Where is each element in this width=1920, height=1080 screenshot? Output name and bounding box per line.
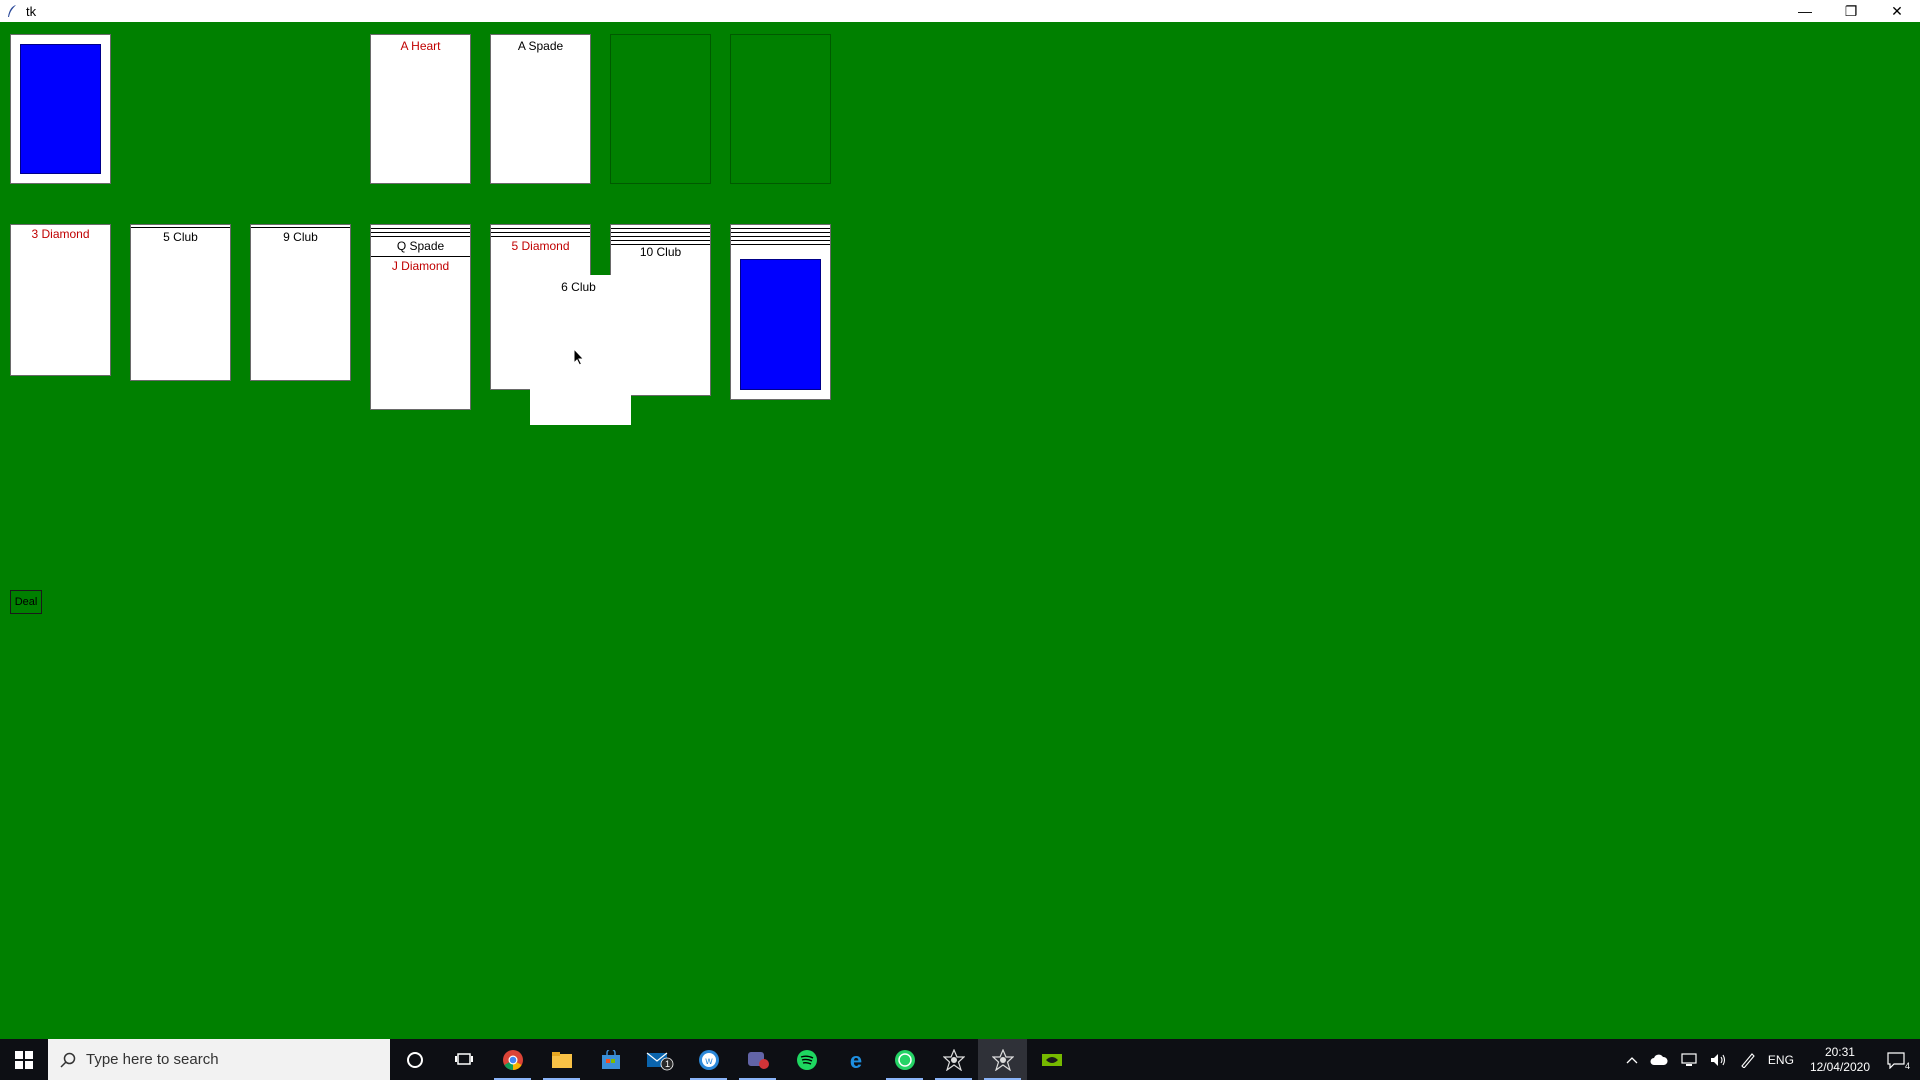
game-table: A Heart A Spade 3 Diamond 5 Club 9 Club … xyxy=(0,22,1920,1039)
foundation-spades[interactable]: A Spade xyxy=(490,34,591,184)
deal-button[interactable]: Deal xyxy=(10,590,42,614)
stack-line xyxy=(371,236,470,237)
foundation-hearts[interactable]: A Heart xyxy=(370,34,471,184)
card-label: A Heart xyxy=(400,39,441,53)
card-back xyxy=(740,259,821,390)
close-button[interactable]: ✕ xyxy=(1874,0,1920,22)
task-view-icon[interactable] xyxy=(439,1039,488,1080)
stock-pile[interactable] xyxy=(10,34,111,184)
pen-icon[interactable] xyxy=(1740,1052,1756,1068)
clock[interactable]: 20:31 12/04/2020 xyxy=(1810,1045,1870,1075)
start-button[interactable] xyxy=(0,1039,48,1080)
card-label: 3 Diamond xyxy=(31,227,90,241)
tk-app-icon[interactable] xyxy=(978,1039,1027,1080)
notification-count: 4 xyxy=(1904,1060,1910,1071)
stack-line xyxy=(371,232,470,233)
card-label: 10 Club xyxy=(639,245,682,259)
nvidia-icon[interactable] xyxy=(1027,1039,1076,1080)
stack-line xyxy=(731,232,830,233)
stack-line xyxy=(491,232,590,233)
spotify-icon[interactable] xyxy=(782,1039,831,1080)
network-icon[interactable] xyxy=(1680,1052,1698,1067)
svg-text:e: e xyxy=(849,1049,861,1071)
windows-icon xyxy=(15,1050,33,1069)
system-tray: ENG 20:31 12/04/2020 4 xyxy=(1620,1039,1920,1080)
chevron-up-icon[interactable] xyxy=(1626,1056,1638,1064)
stack-line xyxy=(731,228,830,229)
file-explorer-icon[interactable] xyxy=(537,1039,586,1080)
search-icon xyxy=(60,1052,76,1068)
stack-line xyxy=(491,228,590,229)
foundation-empty-slot[interactable] xyxy=(730,34,831,184)
cortana-icon[interactable] xyxy=(390,1039,439,1080)
clock-time: 20:31 xyxy=(1824,1044,1855,1059)
clock-date: 12/04/2020 xyxy=(1809,1059,1870,1074)
stack-line xyxy=(611,240,710,241)
store-icon[interactable] xyxy=(586,1039,635,1080)
stack-line xyxy=(611,228,710,229)
tableau-card[interactable]: 5 Club xyxy=(130,224,231,381)
foundation-empty-slot[interactable] xyxy=(610,34,711,184)
taskbar: Type here to search 1 w e ENG 20:31 12/0… xyxy=(0,1039,1920,1080)
stack-line xyxy=(611,232,710,233)
card-label: Q Spade xyxy=(396,239,445,253)
notification-center-icon[interactable]: 4 xyxy=(1886,1051,1910,1071)
restore-button[interactable]: ❐ xyxy=(1828,0,1874,22)
card-label: A Spade xyxy=(517,39,564,53)
wunderlist-icon[interactable]: w xyxy=(684,1039,733,1080)
card-label: 5 Diamond xyxy=(511,239,570,253)
language-indicator[interactable]: ENG xyxy=(1768,1053,1794,1067)
messenger-app-icon[interactable] xyxy=(733,1039,782,1080)
tableau-card[interactable]: 3 Diamond xyxy=(10,224,111,376)
edge-icon[interactable]: e xyxy=(831,1039,880,1080)
card-label: 6 Club xyxy=(561,280,596,294)
card-label: 5 Club xyxy=(163,230,198,244)
mail-icon[interactable]: 1 xyxy=(635,1039,684,1080)
tableau-stack-facedown[interactable] xyxy=(730,224,831,400)
stack-line xyxy=(131,227,230,228)
stack-line xyxy=(731,236,830,237)
feather-icon xyxy=(4,3,20,19)
window-title: tk xyxy=(26,3,37,19)
stack-line xyxy=(731,240,830,241)
search-placeholder: Type here to search xyxy=(86,1051,219,1068)
card-back xyxy=(20,44,101,174)
chrome-icon[interactable] xyxy=(488,1039,537,1080)
mail-badge: 1 xyxy=(665,1059,671,1069)
card-label: J Diamond xyxy=(391,259,450,273)
volume-icon[interactable] xyxy=(1710,1053,1728,1067)
svg-text:w: w xyxy=(704,1056,713,1067)
onedrive-icon[interactable] xyxy=(1650,1054,1668,1066)
whatsapp-icon[interactable] xyxy=(880,1039,929,1080)
stack-line xyxy=(491,236,590,237)
stack-line xyxy=(371,228,470,229)
python-idle-icon[interactable] xyxy=(929,1039,978,1080)
minimize-button[interactable]: — xyxy=(1782,0,1828,22)
stack-line xyxy=(611,236,710,237)
taskbar-search[interactable]: Type here to search xyxy=(48,1039,390,1080)
card-label: 9 Club xyxy=(283,230,318,244)
tableau-card[interactable]: 9 Club xyxy=(250,224,351,381)
tableau-stack[interactable]: Q Spade J Diamond xyxy=(370,224,471,410)
stack-line xyxy=(371,256,470,257)
mouse-cursor-icon xyxy=(573,347,585,371)
stack-line xyxy=(251,227,350,228)
title-bar: tk — ❐ ✕ xyxy=(0,0,1920,22)
stack-line xyxy=(731,244,830,245)
